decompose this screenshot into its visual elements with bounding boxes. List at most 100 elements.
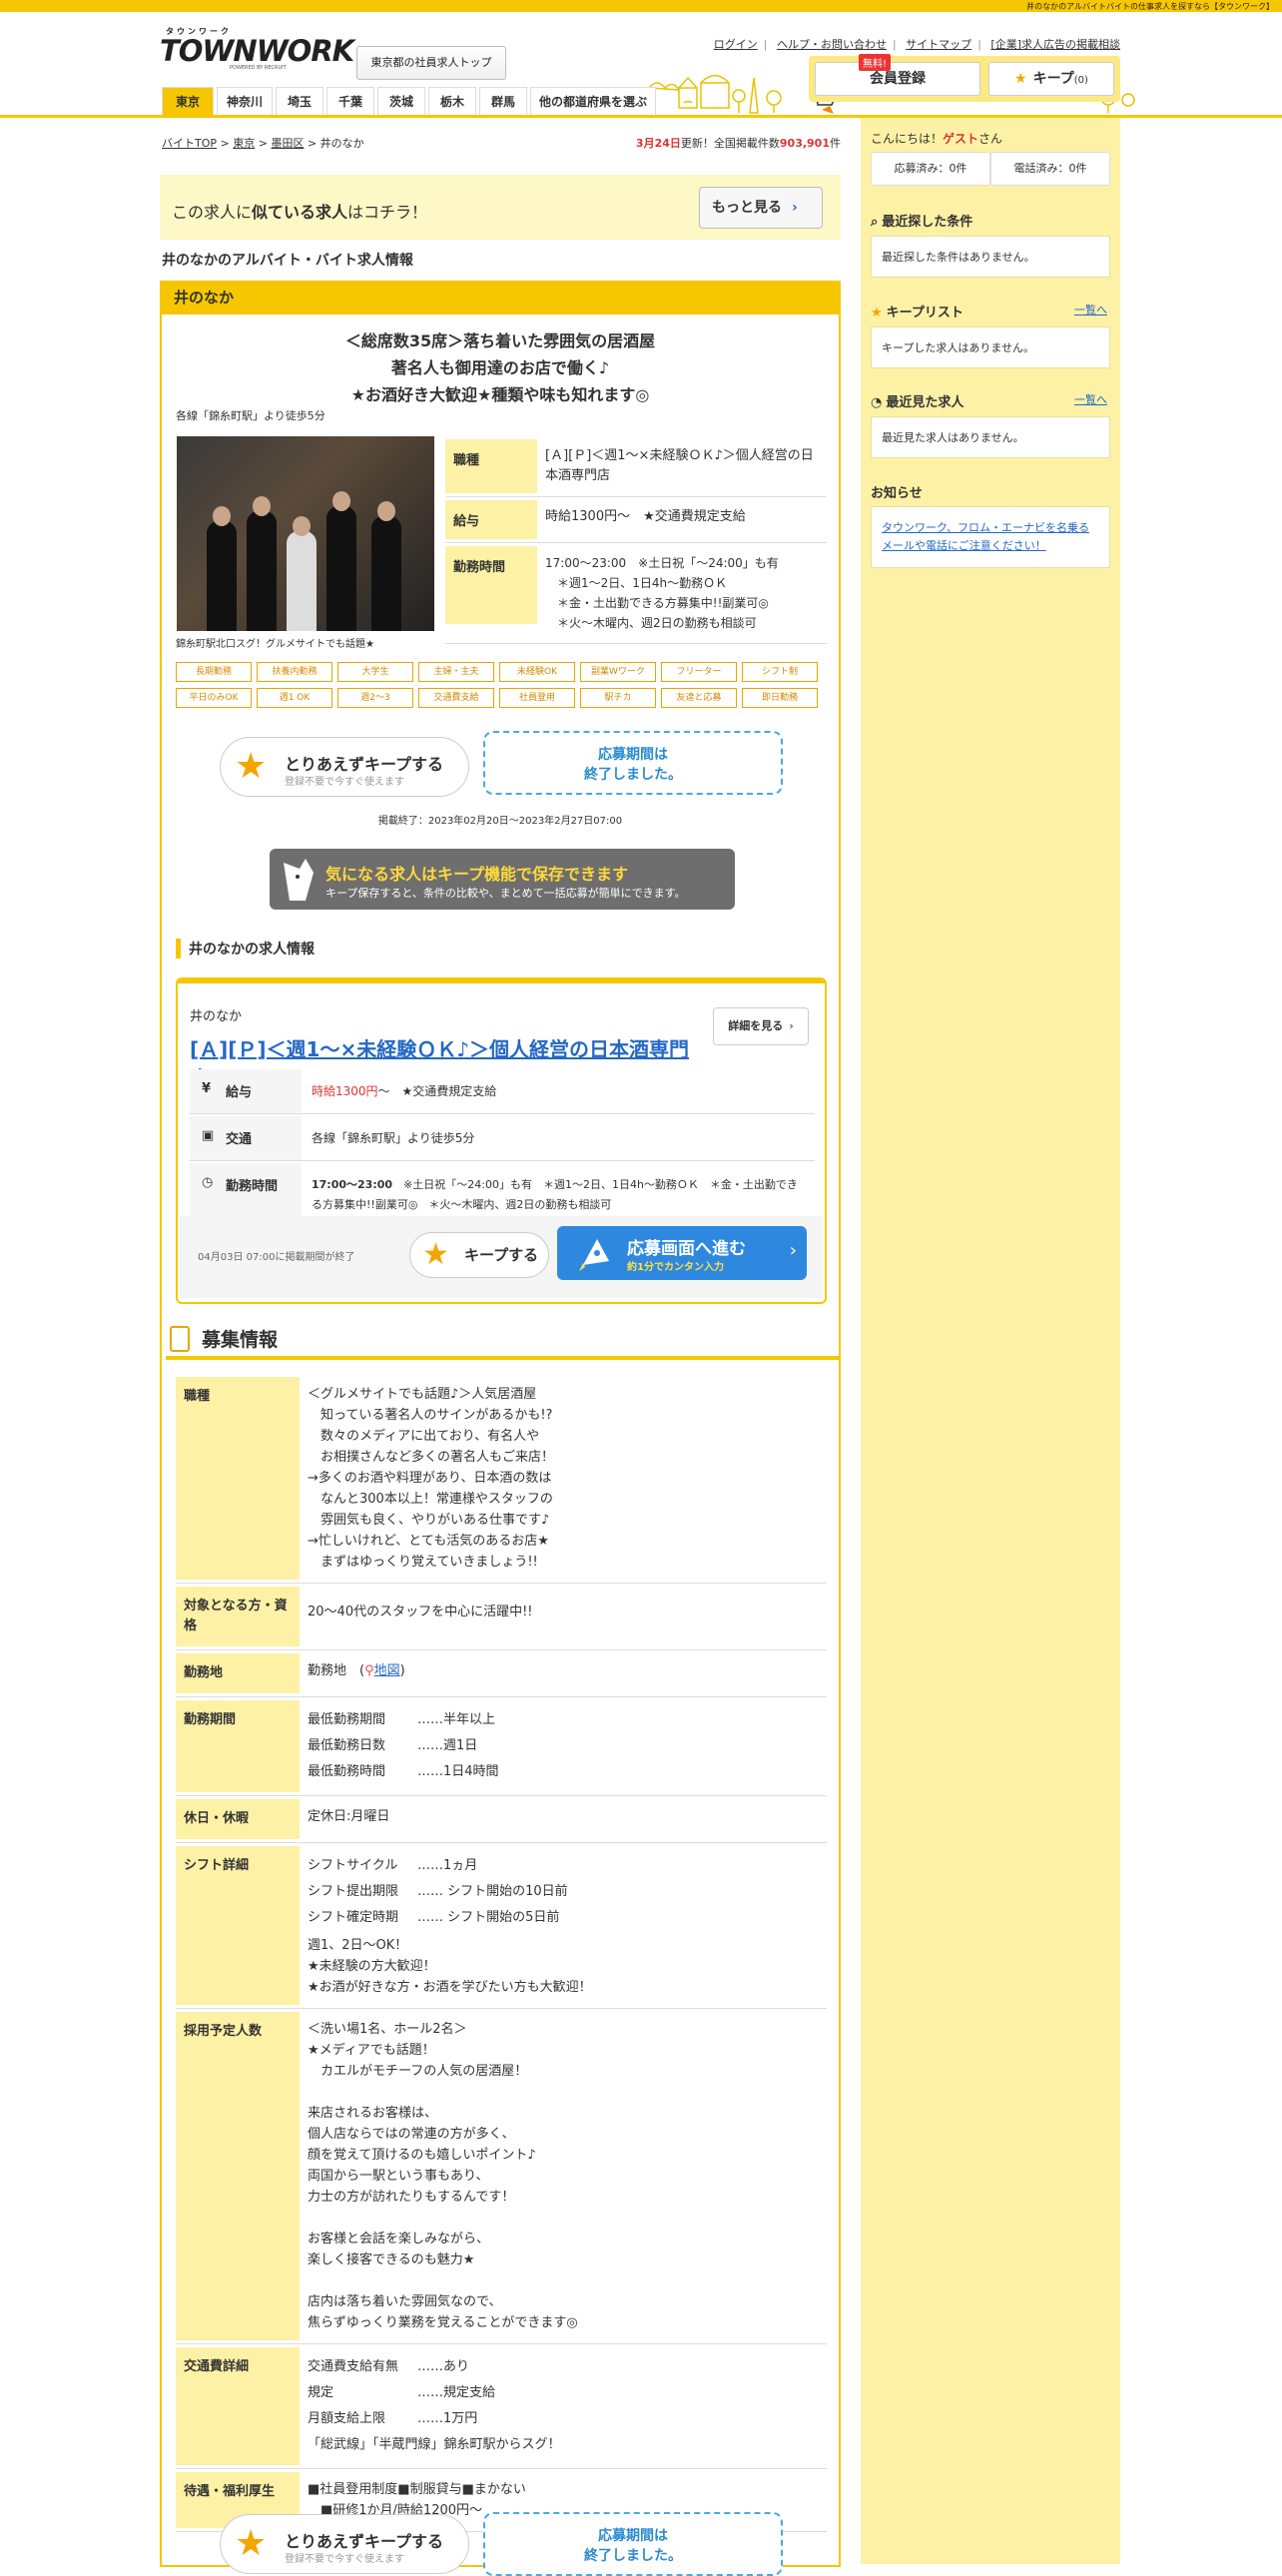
feature-tag[interactable]: 即日勤務 — [742, 688, 818, 708]
kv-key: シフト確定時期 — [308, 1910, 399, 1925]
feature-tag[interactable]: 交通費支給 — [418, 688, 494, 708]
recruit-row-job: 職種 ＜グルメサイトでも話題♪＞人気居酒屋 知っている著名人のサインがあるかも!?… — [176, 1374, 827, 1584]
access-text: 各線「錦糸町駅」より徒歩5分 — [176, 409, 325, 422]
free-badge: 無料! — [859, 54, 892, 71]
summary-label: 職種 — [445, 439, 537, 493]
feature-tag[interactable]: 週2～3 — [337, 688, 413, 708]
keep-job-button[interactable]: ★ とりあえずキープする 登録不要で今すぐ使えます — [220, 737, 469, 797]
recent-conditions-title: ⌕ 最近探した条件 — [871, 211, 972, 230]
ended-line: 終了しました。 — [584, 2548, 682, 2564]
summary-table: 職種 [Ａ][Ｐ]＜週1～×未経験ＯＫ♪＞個人経営の日本酒専門店 給与 時給1300… — [445, 436, 827, 644]
map-pin-icon: ⚲ — [364, 1663, 374, 1678]
kv-value: ……1日4時間 — [417, 1764, 499, 1779]
feature-tag[interactable]: 長期勤務 — [176, 662, 252, 682]
feature-tag[interactable]: フリーター — [661, 662, 737, 682]
nav-tab-tokyo[interactable]: 東京 — [162, 87, 214, 115]
job-listing-box: 井のなか [Ａ][Ｐ]＜週1～×未経験ＯＫ♪＞個人経営の日本酒専門店 詳細を見る… — [176, 977, 827, 1304]
recruit-label: 勤務期間 — [176, 1700, 300, 1792]
guest-name: ゲスト — [943, 132, 979, 146]
keep-job-label: とりあえずキープする — [285, 2532, 444, 2551]
application-ended: 応募期間は 終了しました。 — [483, 731, 783, 795]
recruit-row-shift: シフト詳細 シフトサイクル ……1ヵ月 シフト提出期限…… シフト開始の10日前 … — [176, 1843, 827, 2009]
clock-icon: ◷ — [202, 1175, 214, 1190]
recruit-row-target: 対象となる方・資格 20～40代のスタッフを中心に活躍中!! — [176, 1584, 827, 1650]
recruit-label: 職種 — [176, 1377, 300, 1580]
page-title: 井のなかのアルバイト・バイト求人情報 — [162, 253, 413, 269]
feature-tag[interactable]: 週1 OK — [257, 688, 332, 708]
expire-text: 04月03日 07:00に掲載期間が終了 — [198, 1252, 355, 1263]
kv-value: ……週1日 — [417, 1738, 478, 1753]
more-similar-label: もっと見る — [712, 200, 782, 216]
recruit-row-transport: 交通費詳細 交通費支給有無 ……あり 規定 ……規定支給 月額支給上限 ……1万円 「… — [176, 2344, 827, 2469]
recent-viewed-box: 最近見た求人はありません。 — [871, 416, 1110, 458]
summary-value: 時給1300円～ ★交通費規定支給 — [545, 509, 746, 524]
feature-tag[interactable]: 扶養内勤務 — [257, 662, 332, 682]
breadcrumb-tokyo[interactable]: 東京 — [233, 137, 255, 150]
nav-tab-kanagawa[interactable]: 神奈川 — [217, 87, 273, 115]
transport-note: 「総武線」「半蔵門線」錦糸町駅からスグ！ — [308, 2437, 561, 2452]
nav-tab-tochigi[interactable]: 栃木 — [428, 87, 476, 115]
feature-tag[interactable]: 未経験OK — [499, 662, 575, 682]
job-row-label: 勤務時間 — [226, 1179, 279, 1194]
breadcrumb-sumida[interactable]: 墨田区 — [271, 137, 304, 150]
history-icon: ◔ — [871, 395, 883, 410]
similar-text-bold: 似ている求人 — [252, 203, 348, 222]
similar-text: この求人に似ている求人はコチラ！ — [172, 199, 427, 223]
keep-label: キープする — [464, 1246, 539, 1264]
update-text: 更新！全国掲載件数 — [680, 137, 780, 150]
nav-tab-ibaraki[interactable]: 茨城 — [377, 87, 425, 115]
map-link[interactable]: 地図 — [374, 1663, 400, 1678]
townwork-logo[interactable]: タウンワーク TOWNWORK POWERED BY RECRUIT — [160, 26, 354, 76]
recent-viewed-link[interactable]: 一覧へ — [1074, 391, 1107, 407]
staff-photo — [177, 436, 434, 631]
breadcrumb-baito-top[interactable]: バイトTOP — [162, 137, 217, 150]
train-icon: ▣ — [202, 1128, 215, 1143]
kv-key: 規定 — [308, 2385, 334, 2400]
notice-link[interactable]: タウンワーク、フロム・エーナビを名乗るメールや電話にご注意ください！ — [882, 521, 1089, 552]
recruit-row-period: 勤務期間 最低勤務期間 ……半年以上 最低勤務日数 ……週1日 最低勤務時間 ……1日… — [176, 1697, 827, 1796]
recruit-value: ＜洗い場1名、ホール2名＞ ★メディアでも話題！ カエルがモチーフの人気の居酒屋… — [308, 2022, 578, 2330]
apply-button[interactable]: 応募画面へ進む 約1分でカンタン入力 › — [557, 1226, 807, 1280]
nav-tab-gunma[interactable]: 群馬 — [479, 87, 527, 115]
keep-promo-banner[interactable]: 気になる求人はキープ機能で保存できます キープ保存すると、条件の比較や、まとめて… — [270, 849, 735, 910]
feature-tag[interactable]: 平日のみOK — [176, 688, 252, 708]
detail-button[interactable]: 詳細を見る › — [713, 1007, 809, 1045]
kv-value: ……規定支給 — [417, 2385, 496, 2400]
kv-key: 最低勤務期間 — [308, 1712, 386, 1727]
feature-tag[interactable]: 駅チカ — [580, 688, 656, 708]
job-footer: 04月03日 07:00に掲載期間が終了 ★ キープする 応募画面へ進む 約1分で… — [180, 1216, 823, 1298]
job-row-traffic: ▣ 交通 各線「錦糸町駅」より徒歩5分 — [190, 1116, 815, 1161]
nav-tab-chiba[interactable]: 千葉 — [326, 87, 374, 115]
keep-promo-title: 気になる求人はキープ機能で保存できます — [325, 865, 629, 884]
recent-cond-title-text: 最近探した条件 — [882, 215, 973, 230]
applied-count-button[interactable]: 応募済み：0件 — [871, 152, 990, 186]
keep-list-link[interactable]: 一覧へ — [1074, 302, 1107, 318]
recruit-section-title: 募集情報 — [166, 1320, 841, 1360]
job-row-label: 給与 — [226, 1085, 253, 1100]
nav-tab-saitama[interactable]: 埼玉 — [276, 87, 323, 115]
nav-tab-other[interactable]: 他の都道府県を選ぶ — [530, 87, 656, 115]
update-unit: 件 — [830, 137, 841, 150]
job-row-salary: ¥ 給与 時給1300円～ ★交通費規定支給 — [190, 1069, 815, 1114]
keep-button[interactable]: ★ キープする — [409, 1232, 549, 1278]
breadcrumb: バイトTOP > 東京 > 墨田区 > 井のなか — [162, 137, 364, 150]
feature-tag[interactable]: シフト制 — [742, 662, 818, 682]
feature-tag[interactable]: 大学生 — [337, 662, 413, 682]
feature-tag[interactable]: 主婦・主夫 — [418, 662, 494, 682]
tokyo-top-button[interactable]: 東京都の社員求人トップ — [356, 46, 506, 80]
feature-tag[interactable]: 友達と応募 — [661, 688, 737, 708]
feature-tag[interactable]: 副業Wワーク — [580, 662, 656, 682]
keep-job-button-bottom[interactable]: ★ とりあえずキープする 登録不要で今すぐ使えます — [220, 2514, 469, 2574]
similar-text-post: はコチラ！ — [347, 203, 428, 222]
summary-label: 給与 — [445, 500, 537, 539]
photo-caption: 錦糸町駅北口スグ！グルメサイトでも話題★ — [176, 639, 374, 650]
feature-tags: 長期勤務 扶養内勤務 大学生 主婦・主夫 未経験OK 副業Wワーク フリーター シフト制 平日… — [176, 662, 827, 714]
catch-line: 著名人も御用達のお店で働く♪ — [390, 358, 610, 377]
star-icon: ★ — [422, 1237, 449, 1272]
feature-tag[interactable]: 社員登用 — [499, 688, 575, 708]
more-similar-button[interactable]: もっと見る › — [699, 187, 823, 229]
greeting: こんにちは！ゲストさん — [871, 130, 1002, 147]
called-count-button[interactable]: 電話済み：0件 — [990, 152, 1110, 186]
summary-value: 17:00～23:00 ※土日祝「～24:00」も有 ＊週1～2日、1日4h～勤… — [545, 556, 779, 630]
recruit-value: 20～40代のスタッフを中心に活躍中!! — [308, 1605, 533, 1619]
